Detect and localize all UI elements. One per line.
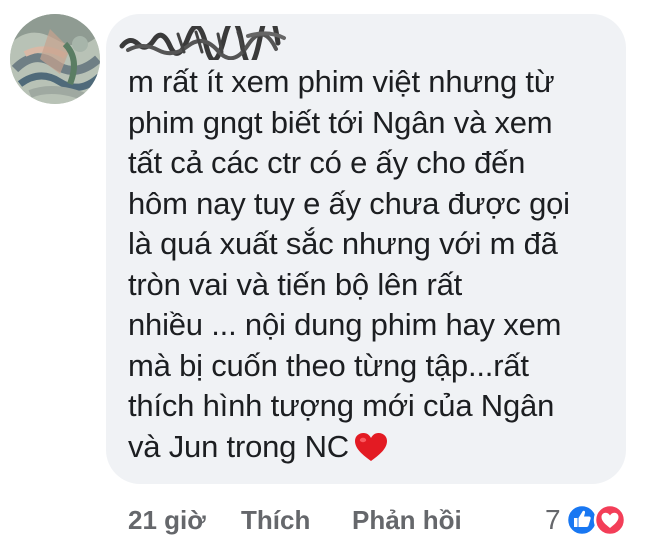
comment-text-last-line: và Jun trong NC (128, 427, 618, 468)
love-reaction-icon (593, 503, 627, 537)
redacted-name-scribble (119, 26, 286, 60)
comment-text-line-content: và Jun trong NC (128, 428, 349, 464)
comment-actions-bar: 21 giờ Thích Phản hồi 7 (0, 500, 650, 540)
comment-timestamp[interactable]: 21 giờ (128, 500, 206, 540)
comment-item: m rất ít xem phim việt nhưng từ phim gng… (0, 0, 650, 558)
reply-button[interactable]: Phản hồi (352, 500, 462, 540)
blurred-avatar-image (10, 14, 100, 104)
comment-text-line: tròn vai và tiến bộ lên rất (128, 266, 463, 302)
comment-text-line: nhiều ... nội dung phim hay xem (128, 307, 562, 342)
like-reaction-icon (565, 503, 599, 537)
comment-text-line: hôm nay tuy e ấy chưa được gọi (128, 185, 570, 221)
author-name-scribble[interactable] (118, 26, 288, 60)
heart-emoji-icon (353, 431, 389, 463)
comment-text-line: mà bị cuốn theo từng tập...rất (128, 347, 529, 383)
comment-text-line: là quá xuất sắc nhưng với m đã (128, 226, 558, 261)
comment-text: m rất ít xem phim việt nhưng từ phim gng… (128, 62, 618, 467)
comment-text-line: tất cả các ctr có e ấy cho đến (128, 145, 526, 180)
comment-text-line: phim gngt biết tới Ngân và xem (128, 104, 553, 140)
avatar[interactable] (10, 14, 100, 104)
comment-text-line: m rất ít xem phim việt nhưng từ (128, 64, 555, 99)
comment-text-line: thích hình tượng mới của Ngân (128, 388, 555, 423)
like-button[interactable]: Thích (241, 500, 310, 540)
reaction-summary[interactable] (565, 503, 635, 537)
reaction-count[interactable]: 7 (545, 500, 561, 540)
